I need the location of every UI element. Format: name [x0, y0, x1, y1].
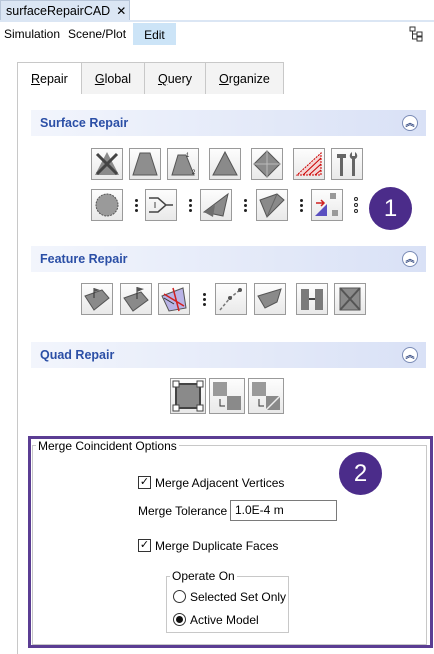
more-options-icon[interactable] [187, 189, 193, 221]
quad-split-icon[interactable] [248, 378, 284, 414]
selected-set-radio[interactable] [173, 590, 186, 603]
svg-text:1: 1 [186, 153, 190, 159]
tab-global[interactable]: Global [80, 62, 145, 94]
tab-repair[interactable]: Repair [17, 62, 82, 96]
tree-structure-icon[interactable] [408, 26, 424, 42]
feature-surface-icon[interactable] [254, 283, 286, 315]
more-options-icon[interactable] [353, 189, 359, 221]
more-options-icon[interactable] [242, 189, 248, 221]
fill-hole-edges-icon[interactable]: 12 [167, 148, 199, 180]
feature-clear-icon[interactable] [334, 283, 366, 315]
quad-merge-icon[interactable] [209, 378, 245, 414]
surface-repair-header[interactable]: Surface Repair ︽ [31, 110, 426, 136]
quad-repair-title: Quad Repair [40, 348, 115, 362]
document-tab[interactable]: surfaceRepairCAD ✕ [0, 0, 130, 21]
svg-text:2: 2 [192, 170, 196, 176]
feature-merge-icon[interactable] [296, 283, 328, 315]
tab-organize[interactable]: Organize [205, 62, 284, 94]
tab-organize-mnemonic: O [219, 72, 229, 86]
merge-vertices-checkbox[interactable]: ✓ [138, 476, 151, 489]
zip-edges-icon[interactable] [91, 189, 123, 221]
swap-faces-icon[interactable] [311, 189, 343, 221]
fill-hole-icon[interactable] [129, 148, 161, 180]
tab-repair-mnemonic: R [31, 72, 41, 86]
menu-bar: Simulation Scene/Plot Edit [0, 22, 434, 46]
document-tab-title: surfaceRepairCAD [6, 4, 111, 18]
callout-badge-1: 1 [369, 187, 412, 230]
tab-repair-label: epair [40, 72, 68, 86]
tab-query-label: uery [167, 72, 193, 86]
feature-repair-header[interactable]: Feature Repair ︽ [31, 246, 426, 272]
repair-tabs: Repair Global Query Organize [17, 62, 284, 96]
delete-faces-icon[interactable] [91, 148, 123, 180]
feature-edges-icon[interactable] [81, 283, 113, 315]
merge-options-title: Merge Coincident Options [36, 439, 179, 453]
tab-global-mnemonic: G [94, 72, 105, 86]
tab-query[interactable]: Query [143, 62, 207, 94]
collapse-icon[interactable]: ︽ [402, 347, 418, 363]
feature-select-icon[interactable] [158, 283, 190, 315]
merge-edges-icon[interactable] [145, 189, 177, 221]
tab-organize-label: rganize [228, 72, 270, 86]
menu-simulation[interactable]: Simulation [0, 23, 64, 45]
quad-face-icon[interactable] [170, 378, 206, 414]
hatched-triangle-icon[interactable] [293, 148, 325, 180]
menu-edit[interactable]: Edit [133, 23, 176, 45]
quad-repair-header[interactable]: Quad Repair ︽ [31, 342, 426, 368]
merge-tolerance-label: Merge Tolerance [138, 504, 228, 518]
more-options-icon[interactable] [298, 189, 304, 221]
feature-curve-icon[interactable] [215, 283, 247, 315]
selected-set-label: Selected Set Only [190, 590, 287, 604]
collapse-icon[interactable]: ︽ [402, 251, 418, 267]
merge-tolerance-field[interactable]: 1.0E-4 m [230, 500, 337, 521]
merge-faces-checkbox[interactable]: ✓ [138, 539, 151, 552]
callout-badge-2: 2 [339, 452, 382, 495]
more-options-icon[interactable] [133, 189, 139, 221]
close-icon[interactable]: ✕ [116, 4, 126, 18]
more-options-icon[interactable] [201, 283, 207, 315]
active-model-label: Active Model [190, 613, 259, 627]
merge-faces-label: Merge Duplicate Faces [155, 539, 279, 553]
triangle-icon[interactable] [209, 148, 241, 180]
tab-query-mnemonic: Q [157, 72, 168, 86]
feature-flag-icon[interactable] [120, 283, 152, 315]
surface-patch-icon[interactable] [256, 189, 288, 221]
repair-tools-icon[interactable] [331, 148, 363, 180]
collapse-icon[interactable]: ︽ [402, 115, 418, 131]
merge-vertices-label: Merge Adjacent Vertices [155, 476, 285, 490]
menu-scene-plot[interactable]: Scene/Plot [64, 23, 130, 45]
diamond-icon[interactable] [251, 148, 283, 180]
split-faces-icon[interactable] [200, 189, 232, 221]
operate-on-title: Operate On [170, 569, 237, 583]
tab-global-label: lobal [104, 72, 131, 86]
surface-repair-title: Surface Repair [40, 116, 129, 130]
active-model-radio[interactable] [173, 613, 186, 626]
feature-repair-title: Feature Repair [40, 252, 128, 266]
